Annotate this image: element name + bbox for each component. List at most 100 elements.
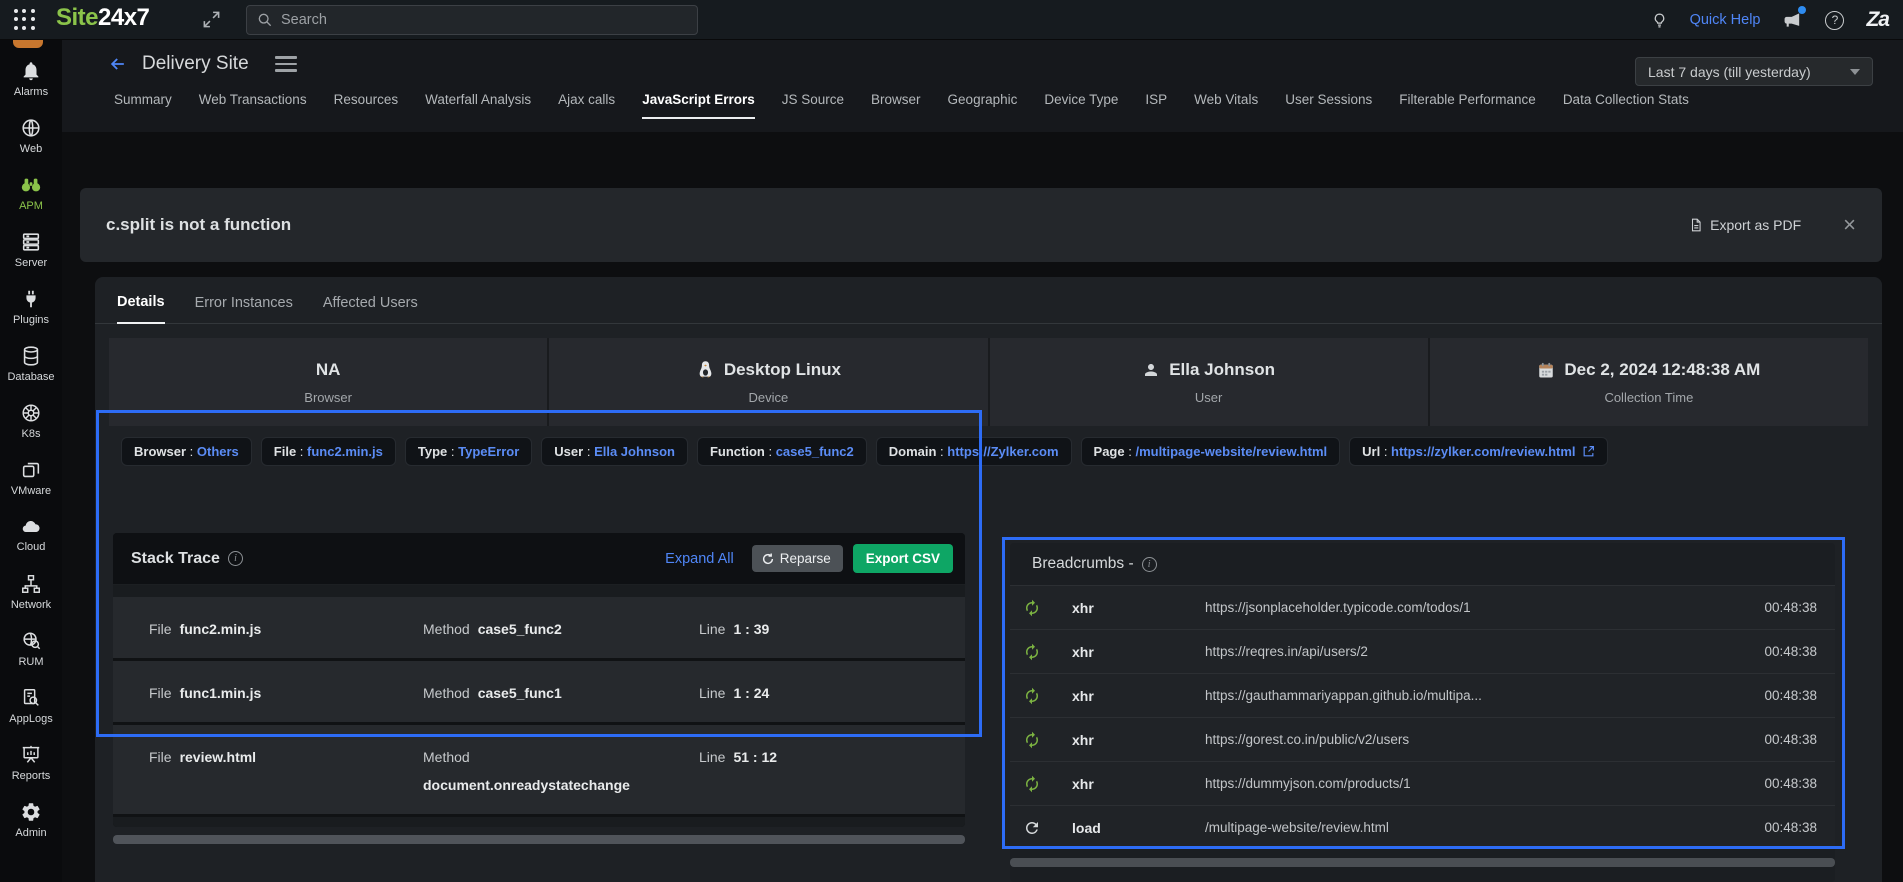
date-range-value: Last 7 days (till yesterday) <box>1648 63 1811 80</box>
sidebar-item-vmware[interactable]: VMware <box>0 449 62 506</box>
tab-error-instances[interactable]: Error Instances <box>195 295 293 323</box>
search-input[interactable] <box>281 12 687 28</box>
tab-waterfall-analysis[interactable]: Waterfall Analysis <box>425 92 531 117</box>
calendar-icon <box>1539 362 1554 377</box>
reload-icon <box>1020 815 1044 840</box>
fullscreen-icon[interactable] <box>202 10 221 34</box>
export-csv-button[interactable]: Export CSV <box>852 544 953 573</box>
bulb-icon[interactable] <box>1651 11 1668 30</box>
tab-filterable-performance[interactable]: Filterable Performance <box>1399 92 1536 117</box>
notification-dot <box>1798 6 1807 14</box>
refresh-icon <box>762 552 773 564</box>
breadcrumbs-header: Breadcrumbs - <box>1010 543 1835 585</box>
linux-penguin-icon <box>699 361 712 378</box>
chip-browser[interactable]: Browser : Others <box>121 437 252 466</box>
top-bar: Site24x7 Quick Help ? Za <box>0 0 1903 40</box>
sidebar-item-cloud[interactable]: Cloud <box>0 506 62 563</box>
external-link-icon[interactable] <box>1582 445 1595 458</box>
error-meta-strip: NA Browser Desktop Linux Device Ella Joh… <box>109 338 1868 426</box>
vmware-icon <box>22 462 40 477</box>
menu-icon[interactable] <box>274 56 297 72</box>
tab-browser[interactable]: Browser <box>871 92 921 117</box>
info-icon[interactable] <box>1141 556 1157 572</box>
chip-user[interactable]: User : Ella Johnson <box>541 437 688 466</box>
sidebar-item-web[interactable]: Web <box>0 107 62 164</box>
tab-details[interactable]: Details <box>117 294 165 324</box>
chip-file[interactable]: File : func2.min.js <box>260 437 396 466</box>
meta-browser: NA Browser <box>109 338 550 426</box>
announcements-icon[interactable] <box>1782 6 1807 30</box>
error-attribute-chips: Browser : Others File : func2.min.js Typ… <box>121 437 1608 466</box>
breadcrumb-row[interactable]: xhr https://gorest.co.in/public/v2/users… <box>1010 717 1835 761</box>
tab-data-collection-stats[interactable]: Data Collection Stats <box>1563 92 1689 117</box>
sync-icon <box>1020 683 1044 708</box>
sidebar-item-rum[interactable]: RUM <box>0 620 62 677</box>
sidebar-item-reports[interactable]: Reports <box>0 734 62 791</box>
sidebar-item-apm[interactable]: APM <box>0 164 62 221</box>
stack-row[interactable]: File func2.min.js Method case5_func2 Line 1… <box>113 597 965 661</box>
breadcrumb-row[interactable]: xhr https://dummyjson.com/products/1 00:… <box>1010 761 1835 805</box>
tab-web-vitals[interactable]: Web Vitals <box>1194 92 1258 117</box>
zoho-one-logo[interactable]: Za <box>1866 8 1889 32</box>
tab-summary[interactable]: Summary <box>114 92 172 117</box>
tab-javascript-errors[interactable]: JavaScript Errors <box>642 92 755 119</box>
pdf-document-icon <box>1692 218 1701 232</box>
helm-wheel-icon <box>22 403 40 422</box>
export-as-pdf-button[interactable]: Export as PDF <box>1689 217 1801 233</box>
breadcrumb-row[interactable]: xhr https://jsonplaceholder.typicode.com… <box>1010 585 1835 629</box>
error-message-title: c.split is not a function <box>106 215 292 234</box>
network-icon <box>22 574 40 593</box>
chip-domain[interactable]: Domain : https://Zylker.com <box>875 437 1072 466</box>
sidebar-item-alarms[interactable]: Alarms <box>0 50 62 107</box>
chip-function[interactable]: Function : case5_func2 <box>696 437 867 466</box>
tab-device-type[interactable]: Device Type <box>1044 92 1118 117</box>
tab-affected-users[interactable]: Affected Users <box>323 295 418 323</box>
logo-text-24x7: 24x7 <box>98 4 150 31</box>
monitor-tab-bar: Summary Web Transactions Resources Water… <box>62 92 1903 124</box>
tab-ajax-calls[interactable]: Ajax calls <box>558 92 615 117</box>
chip-url[interactable]: Url : https://zylker.com/review.html <box>1349 437 1608 466</box>
tab-user-sessions[interactable]: User Sessions <box>1285 92 1372 117</box>
plug-icon <box>26 290 36 307</box>
sidebar-item-database[interactable]: Database <box>0 335 62 392</box>
stack-row[interactable]: File func1.min.js Method case5_func1 Line 1… <box>113 661 965 725</box>
site24x7-logo[interactable]: Site24x7 <box>56 4 150 32</box>
expand-all-link[interactable]: Expand All <box>665 551 734 567</box>
sidebar-item-plugins[interactable]: Plugins <box>0 278 62 335</box>
apps-grid-icon[interactable] <box>14 9 36 31</box>
gear-icon <box>22 802 40 821</box>
stack-row[interactable]: File review.html Method document.onreadyst… <box>113 725 965 817</box>
reparse-button[interactable]: Reparse <box>751 545 843 572</box>
breadcrumb-row[interactable]: load /multipage-website/review.html 00:4… <box>1010 805 1835 849</box>
info-icon[interactable] <box>227 551 243 566</box>
help-icon[interactable]: ? <box>1825 10 1845 30</box>
tab-js-source[interactable]: JS Source <box>782 92 844 117</box>
alarm-count-badge <box>13 40 43 48</box>
applogs-doc-magnifier-icon <box>23 688 39 706</box>
back-arrow-icon[interactable] <box>108 54 128 74</box>
chip-type[interactable]: Type : TypeError <box>404 437 533 466</box>
meta-user: Ella Johnson User <box>990 338 1430 426</box>
sidebar-item-applogs[interactable]: AppLogs <box>0 677 62 734</box>
sidebar-item-server[interactable]: Server <box>0 221 62 278</box>
sidebar-item-network[interactable]: Network <box>0 563 62 620</box>
tab-web-transactions[interactable]: Web Transactions <box>199 92 307 117</box>
tab-geographic[interactable]: Geographic <box>948 92 1018 117</box>
horizontal-scrollbar[interactable] <box>113 835 965 844</box>
tab-isp[interactable]: ISP <box>1145 92 1167 117</box>
chip-page[interactable]: Page : /multipage-website/review.html <box>1080 437 1341 466</box>
meta-device: Desktop Linux Device <box>549 338 990 426</box>
breadcrumb-row[interactable]: xhr https://gauthammariyappan.github.io/… <box>1010 673 1835 717</box>
close-icon[interactable] <box>1843 214 1856 236</box>
sidebar-item-k8s[interactable]: K8s <box>0 392 62 449</box>
sidebar-item-admin[interactable]: Admin <box>0 791 62 848</box>
horizontal-scrollbar[interactable] <box>1010 858 1835 867</box>
sync-icon <box>1020 771 1044 796</box>
date-range-dropdown[interactable]: Last 7 days (till yesterday) <box>1635 57 1873 86</box>
meta-collection-time: Dec 2, 2024 12:48:38 AM Collection Time <box>1430 338 1868 426</box>
breadcrumb-row[interactable]: xhr https://reqres.in/api/users/2 00:48:… <box>1010 629 1835 673</box>
search-box[interactable] <box>246 5 698 35</box>
quick-help-link[interactable]: Quick Help <box>1690 12 1761 28</box>
cloud-icon <box>22 520 40 532</box>
tab-resources[interactable]: Resources <box>334 92 399 117</box>
